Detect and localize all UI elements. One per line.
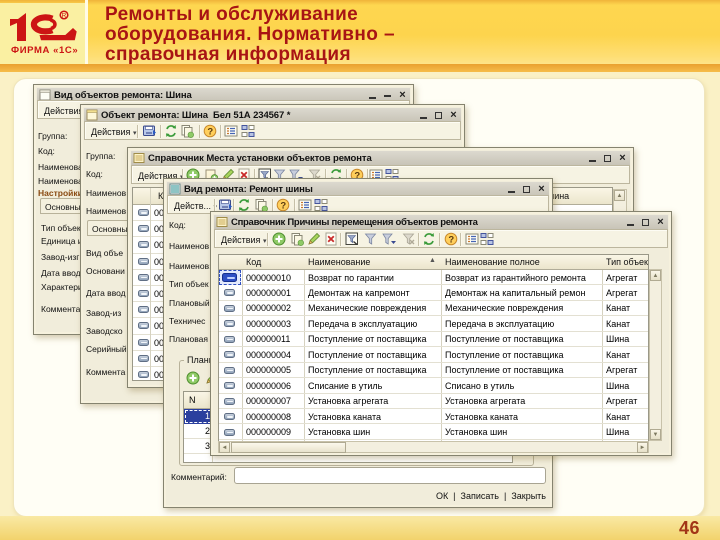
svg-text:?: ? — [448, 235, 454, 246]
svg-text:?: ? — [207, 127, 213, 138]
svg-text:?: ? — [280, 201, 286, 212]
svg-text:ФИРМА «1С»: ФИРМА «1С» — [11, 45, 78, 56]
svg-text:R: R — [62, 13, 67, 20]
